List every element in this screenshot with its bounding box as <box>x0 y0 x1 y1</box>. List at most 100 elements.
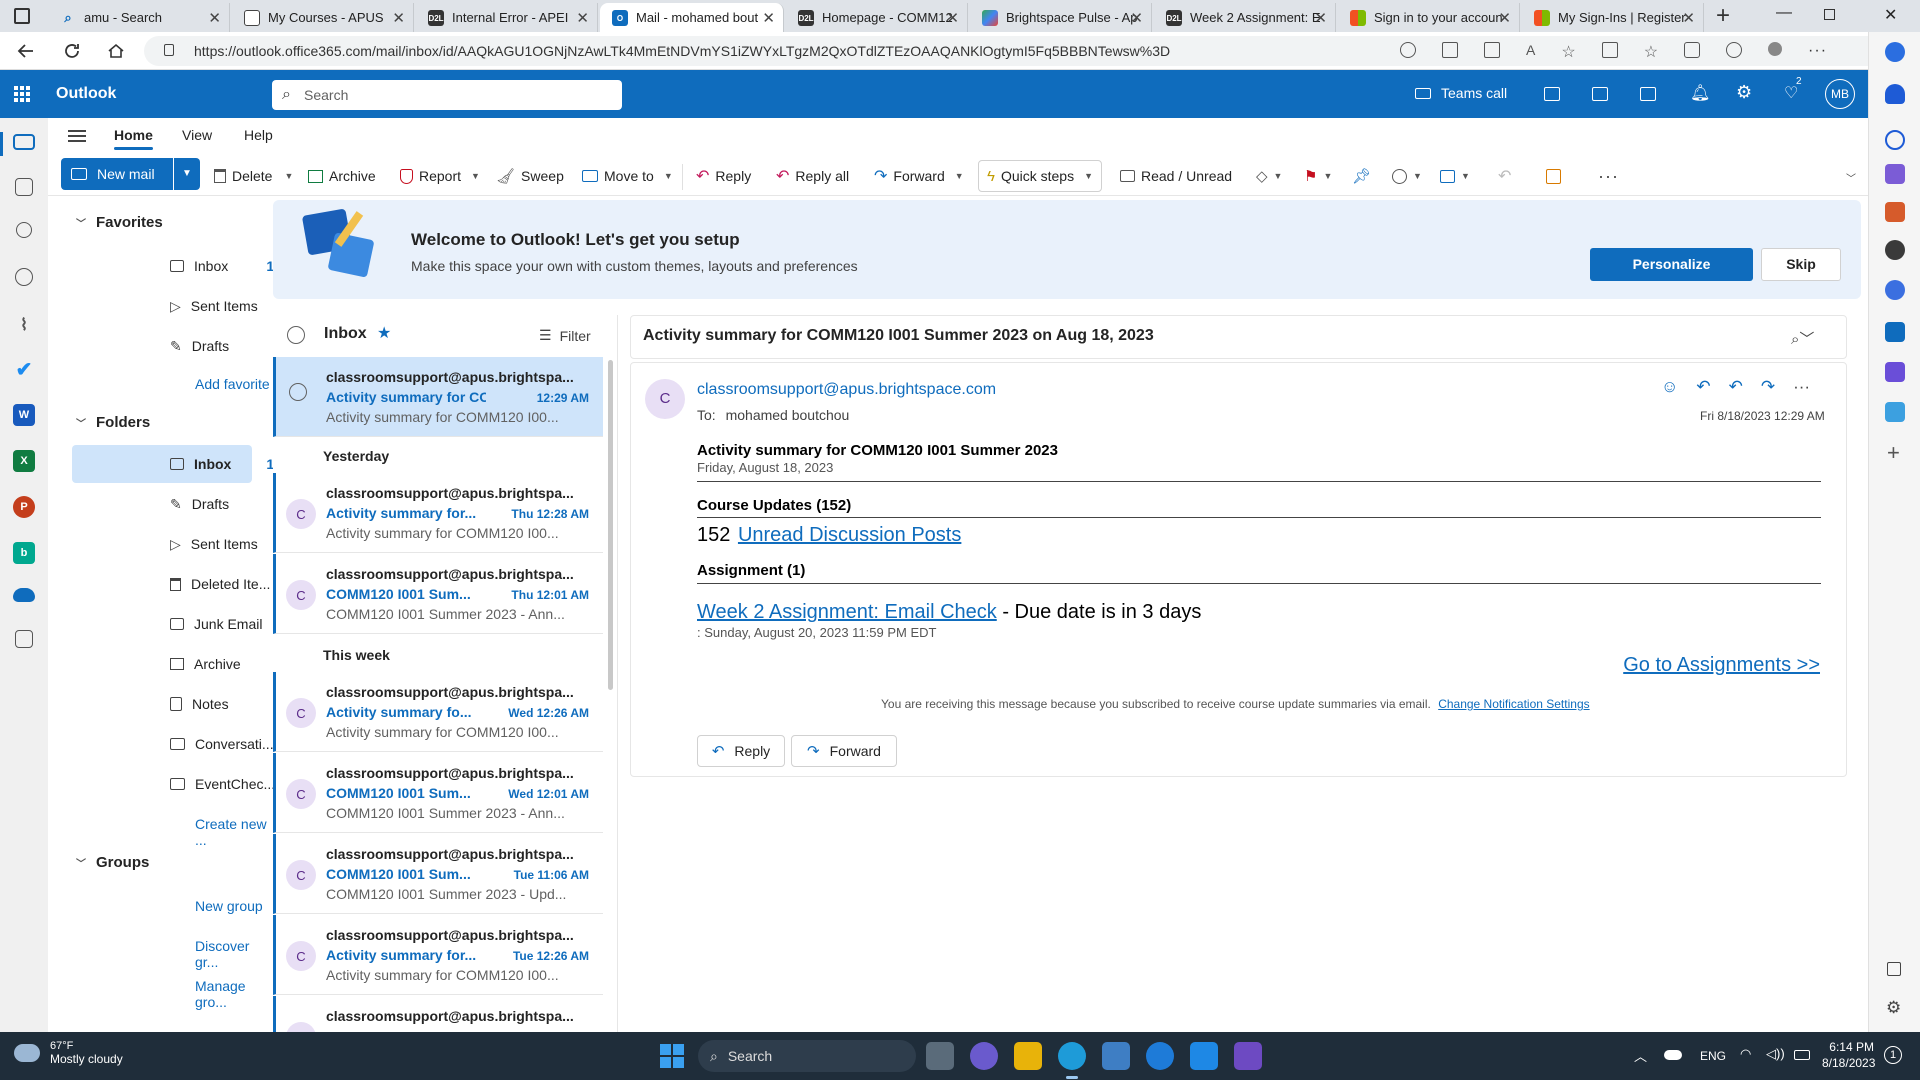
tab-actions-icon[interactable] <box>14 8 30 24</box>
close-icon[interactable]: ✕ <box>1498 9 1511 27</box>
sidebar-settings-icon[interactable]: ⚙ <box>1886 998 1901 1018</box>
folder-drafts[interactable]: ✎ Drafts <box>118 486 298 522</box>
word-app-icon[interactable]: W <box>13 404 35 426</box>
language-indicator[interactable]: ENG <box>1700 1049 1726 1063</box>
add-sidebar-icon[interactable]: + <box>1887 440 1900 466</box>
more-icon[interactable]: ··· <box>1793 377 1810 397</box>
close-icon[interactable]: ✕ <box>392 9 405 27</box>
tools-icon[interactable] <box>1885 202 1905 222</box>
wifi-icon[interactable]: ◠ <box>1740 1046 1751 1062</box>
help-icon[interactable] <box>1146 1042 1174 1070</box>
manage-groups-link[interactable]: Manage gro... <box>195 978 270 1010</box>
favorites-icon[interactable]: ☆ <box>1644 42 1658 62</box>
files-icon[interactable]: ⌇ <box>13 314 35 336</box>
close-icon[interactable]: ✕ <box>1682 9 1695 27</box>
refresh-icon[interactable] <box>60 39 84 63</box>
skip-button[interactable]: Skip <box>1761 248 1841 281</box>
create-new-folder-link[interactable]: Create new ... <box>195 816 270 848</box>
tab-help[interactable]: Help <box>244 127 273 143</box>
app-title[interactable]: Outlook <box>56 85 116 103</box>
chevron-down-icon[interactable]: ▼ <box>284 171 293 181</box>
folder-deleted-items[interactable]: Deleted Ite... <box>118 566 298 602</box>
list-item[interactable]: C classroomsupport@apus.brightspa... COM… <box>273 753 603 833</box>
recipient[interactable]: mohamed boutchou <box>726 407 850 423</box>
chevron-down-icon[interactable]: ▼ <box>955 171 964 181</box>
teams-call-button[interactable]: Teams call <box>1415 85 1507 101</box>
scrollbar[interactable] <box>608 360 613 690</box>
app-icon[interactable] <box>1442 42 1458 58</box>
forward-icon[interactable]: ↷ <box>1761 377 1775 397</box>
quick-steps-button[interactable]: ϟ Quick steps ▼ <box>978 160 1102 192</box>
sidebar-layout-icon[interactable] <box>1887 962 1901 976</box>
more-apps-icon[interactable] <box>15 630 33 648</box>
notification-icon[interactable] <box>1885 84 1905 104</box>
calendar-icon[interactable] <box>15 178 33 196</box>
add-favorite-link[interactable]: Add favorite <box>195 376 270 392</box>
list-item[interactable]: classroomsupport@apus.brightspa... Activ… <box>273 357 603 437</box>
list-item[interactable]: C classroomsupport@apus.brightspa... <box>273 996 603 1032</box>
change-notification-settings-link[interactable]: Change Notification Settings <box>1438 697 1589 711</box>
apps-button[interactable] <box>1546 163 1561 189</box>
restore-icon[interactable] <box>1824 9 1835 20</box>
emoji-icon[interactable]: ☺ <box>1661 377 1678 397</box>
discover-groups-link[interactable]: Discover gr... <box>195 938 270 970</box>
reply-button[interactable]: ↶ Reply <box>697 735 785 767</box>
excel-app-icon[interactable]: X <box>13 450 35 472</box>
groups-header[interactable]: ﹀ Groups <box>76 854 149 871</box>
chevron-down-icon[interactable]: ▼ <box>471 171 480 181</box>
new-mail-dropdown[interactable]: ▼ <box>174 158 200 190</box>
group-header-yesterday[interactable]: Yesterday <box>323 448 389 464</box>
browser-tab[interactable]: D2L Week 2 Assignment: E ✕ <box>1154 3 1336 32</box>
folder-archive[interactable]: Archive <box>118 646 298 682</box>
list-item[interactable]: C classroomsupport@apus.brightspa... COM… <box>273 834 603 914</box>
clock[interactable]: 6:14 PM 8/18/2023 <box>1822 1040 1875 1070</box>
browser-essentials-icon[interactable] <box>1726 42 1743 58</box>
star-icon[interactable]: ★ <box>377 323 391 343</box>
folder-sent-items[interactable]: ▷ Sent Items <box>118 526 298 562</box>
collapse-ribbon-icon[interactable]: ﹀ <box>1846 170 1856 185</box>
reply-all-icon[interactable]: ↶ <box>1729 377 1743 397</box>
browser-tab-active[interactable]: O Mail - mohamed bout ✕ <box>600 3 784 32</box>
text-size-icon[interactable]: A <box>1526 42 1535 62</box>
personalize-button[interactable]: Personalize <box>1590 248 1753 281</box>
browser-tab[interactable]: Brightspace Pulse - Ap ✕ <box>970 3 1152 32</box>
notification-count[interactable]: 1 <box>1884 1046 1902 1064</box>
sender-address[interactable]: classroomsupport@apus.brightspace.com <box>697 381 996 399</box>
more-icon[interactable]: ··· <box>1808 42 1827 62</box>
favorite-sent-items[interactable]: ▷ Sent Items <box>118 288 298 324</box>
extensions-icon[interactable] <box>1484 42 1500 58</box>
chevron-down-icon[interactable]: ▼ <box>1084 171 1093 181</box>
group-header-this-week[interactable]: This week <box>323 647 390 663</box>
move-to-button[interactable]: Move to ▼ <box>582 163 673 189</box>
pin-button[interactable]: 📌︎ <box>1352 163 1371 189</box>
tray-chevron-icon[interactable]: ︿ <box>1634 1046 1647 1065</box>
new-group-link[interactable]: New group <box>195 898 263 914</box>
app-icon[interactable] <box>1234 1042 1262 1070</box>
hamburger-icon[interactable] <box>68 130 86 142</box>
assignment-link[interactable]: Week 2 Assignment: Email Check <box>697 601 997 623</box>
delete-button[interactable]: Delete ▼ <box>214 163 293 189</box>
reply-icon[interactable]: ↶ <box>1696 377 1710 397</box>
go-to-assignments-link[interactable]: Go to Assignments >> <box>1623 654 1820 677</box>
list-item[interactable]: C classroomsupport@apus.brightspa... Act… <box>273 473 603 553</box>
reply-button[interactable]: ↶ Reply <box>696 163 751 189</box>
avatar[interactable]: MB <box>1825 79 1855 109</box>
folder-junk-email[interactable]: Junk Email <box>118 606 298 642</box>
sweep-button[interactable]: 🧹︎ Sweep <box>496 163 564 189</box>
back-icon[interactable] <box>14 39 38 63</box>
new-tab-icon[interactable]: + <box>1716 2 1730 30</box>
select-checkbox[interactable] <box>289 383 307 401</box>
battery-icon[interactable] <box>1794 1050 1810 1060</box>
new-mail-button[interactable]: New mail <box>61 158 173 190</box>
word-icon[interactable] <box>1592 87 1608 101</box>
close-icon[interactable]: ✕ <box>208 9 221 27</box>
close-window-icon[interactable]: ✕ <box>1884 5 1897 25</box>
app-launcher-icon[interactable] <box>14 86 30 102</box>
close-icon[interactable]: ✕ <box>762 9 775 27</box>
filter-button[interactable]: ☰ Filter <box>539 327 591 344</box>
favorite-star-icon[interactable]: ☆ <box>1561 42 1575 62</box>
favorite-inbox[interactable]: Inbox16 <box>118 248 298 284</box>
archive-button[interactable]: Archive <box>308 163 376 189</box>
file-explorer-icon[interactable] <box>1014 1042 1042 1070</box>
flag-button[interactable]: ⚑ ▼ <box>1304 163 1332 189</box>
